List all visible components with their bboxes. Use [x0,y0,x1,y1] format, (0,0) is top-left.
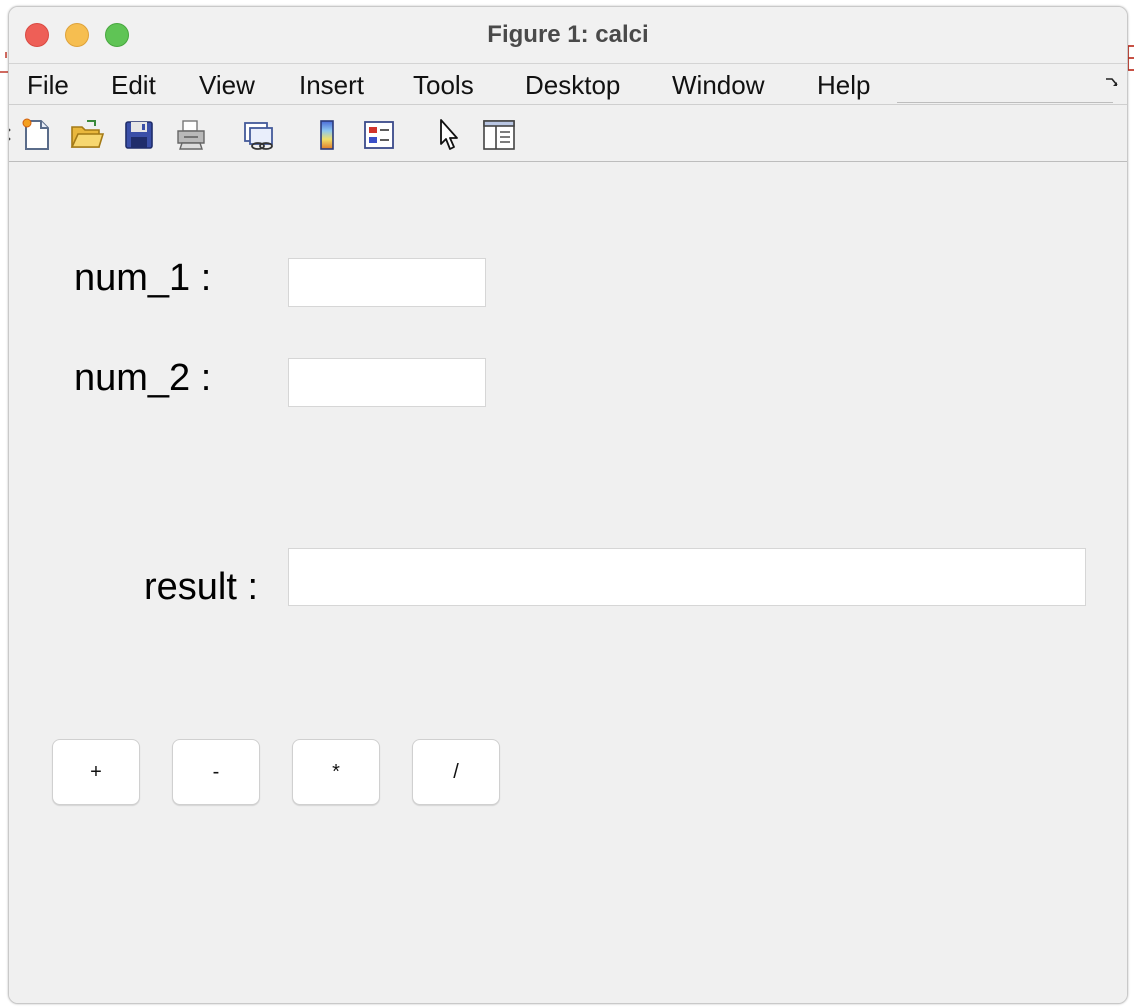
window-title: Figure 1: calci [487,21,649,48]
result-field[interactable] [288,548,1086,606]
menu-tools[interactable]: Tools [413,70,474,101]
menu-edit[interactable]: Edit [111,70,156,101]
figure-canvas: num_1 : num_2 : result : + - * / [9,162,1127,1003]
print-icon[interactable] [173,117,209,153]
menu-desktop[interactable]: Desktop [525,70,620,101]
divide-button[interactable]: / [412,739,500,805]
multiply-button[interactable]: * [292,739,380,805]
menu-divider [897,102,1113,103]
num1-label: num_1 : [74,257,212,299]
menu-help[interactable]: Help [817,70,870,101]
menu-bar: File Edit View Insert Tools Desktop Wind… [9,64,1127,105]
legend-icon[interactable] [361,117,397,153]
title-bar[interactable]: Figure 1: calci [9,7,1127,64]
property-inspector-icon[interactable] [481,117,517,153]
num1-input[interactable] [288,258,486,307]
colorbar-icon[interactable] [309,117,345,153]
new-figure-icon[interactable] [19,117,55,153]
menu-insert[interactable]: Insert [299,70,364,101]
num2-input[interactable] [288,358,486,407]
figure-window: Figure 1: calci File Edit View Insert To… [8,6,1128,1004]
toolbar-grip-icon [9,128,11,141]
edit-plot-pointer-icon[interactable] [431,117,467,153]
add-button[interactable]: + [52,739,140,805]
subtract-button[interactable]: - [172,739,260,805]
dock-arrow-icon[interactable] [1105,76,1119,90]
menu-file[interactable]: File [27,70,69,101]
save-icon[interactable] [121,117,157,153]
figure-toolbar [9,105,1127,162]
link-plot-icon[interactable] [241,117,277,153]
num2-label: num_2 : [74,357,212,399]
open-file-icon[interactable] [69,117,105,153]
menu-window[interactable]: Window [672,70,764,101]
menu-view[interactable]: View [199,70,255,101]
result-label: result : [144,566,259,608]
